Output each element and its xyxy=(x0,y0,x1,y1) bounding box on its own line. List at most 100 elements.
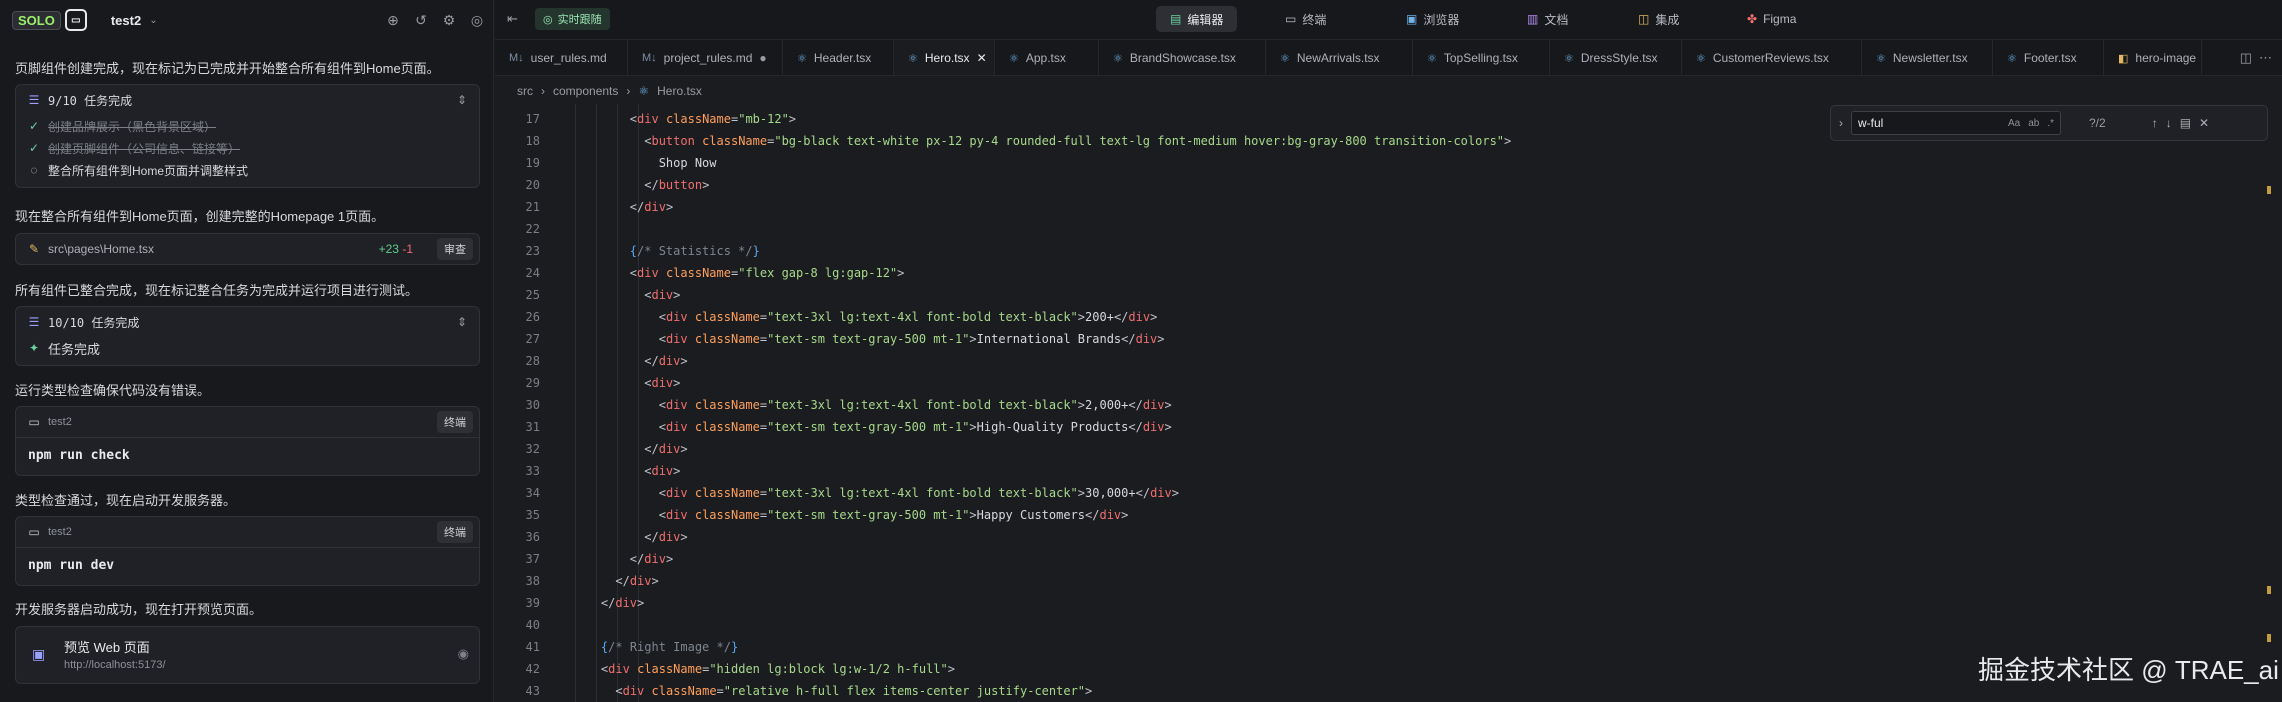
account-icon[interactable]: ◎ xyxy=(469,12,485,28)
message: 所有组件已整合完成，现在标记整合任务为完成并运行项目进行测试。 xyxy=(15,283,419,298)
terminal-header: ▭ test2 终端 xyxy=(16,407,479,437)
next-match-icon[interactable]: ↓ xyxy=(2166,116,2172,130)
open-terminal-button[interactable]: 终端 xyxy=(437,521,473,543)
tab-label: App.tsx xyxy=(1025,51,1066,65)
code-line: </div> xyxy=(644,354,688,368)
file-tab[interactable]: ⚛ Header.tsx xyxy=(783,40,894,75)
line-number: 39 xyxy=(525,596,540,610)
scroll-marker xyxy=(2267,586,2271,594)
file-tab[interactable]: ⚛ BrandShowcase.tsx xyxy=(1099,40,1266,75)
tab-label: 终端 xyxy=(1302,12,1327,27)
tab-label: NewArrivals.tsx xyxy=(1296,51,1380,65)
file-tab[interactable]: ⚛ NewArrivals.tsx xyxy=(1266,40,1413,75)
tab-label: 文档 xyxy=(1544,12,1569,27)
code-line: <div className="text-sm text-gray-500 mt… xyxy=(658,420,1172,434)
chevron-right-icon[interactable]: › xyxy=(1839,116,1843,130)
file-tab[interactable]: ⚛ App.tsx xyxy=(995,40,1099,75)
close-icon[interactable]: ✕ xyxy=(2199,116,2209,130)
tab-terminal[interactable]: ▭ 终端 xyxy=(1271,6,1340,32)
file-tab[interactable]: ⚛ TopSelling.tsx xyxy=(1413,40,1550,75)
find-in-selection-icon[interactable]: ▤ xyxy=(2180,116,2191,130)
history-icon[interactable]: ↺ xyxy=(413,12,429,28)
code-line: <div className="flex gap-8 lg:gap-12"> xyxy=(629,266,905,280)
lines-added: +23 xyxy=(378,242,399,256)
file-tab[interactable]: ⚛ Newsletter.tsx xyxy=(1862,40,1993,75)
live-follow-button[interactable]: ◎ 实时跟随 xyxy=(535,8,610,30)
live-label: 实时跟随 xyxy=(557,14,602,26)
file-tab[interactable]: ⚛ DressStyle.tsx xyxy=(1550,40,1682,75)
code-editor[interactable]: 17 <div className="mb-12"> 18 <button cla… xyxy=(495,104,2265,702)
preview-title: 预览 Web 页面 xyxy=(64,640,150,655)
scrollbar[interactable] xyxy=(2265,106,2273,702)
editor-icon: ▤ xyxy=(1170,12,1182,26)
react-icon: ⚛ xyxy=(1696,52,1706,65)
check-icon: ✓ xyxy=(28,141,40,155)
file-tab[interactable]: ⚛ CustomerReviews.tsx xyxy=(1682,40,1862,75)
breadcrumb: src › components › ⚛ Hero.tsx xyxy=(495,76,2282,106)
breadcrumb-item[interactable]: src xyxy=(517,84,533,98)
tab-label: BrandShowcase.tsx xyxy=(1129,51,1236,65)
close-icon[interactable]: ✕ xyxy=(977,51,987,65)
code-line: <div className="relative h-full flex ite… xyxy=(615,684,1093,698)
chat-panel: SOLO ▭ test2 ⌄ ⊕ ↺ ⚙ ◎ 页脚组件创建完成，现在标记为已完成… xyxy=(0,0,494,702)
preview-card[interactable]: ▣ 预览 Web 页面 http://localhost:5173/ ◉ xyxy=(15,626,480,684)
split-editor-icon[interactable]: ◫ xyxy=(2240,50,2252,66)
task-status: 任务完成 xyxy=(48,341,101,357)
file-tab[interactable]: M↓ project_rules.md ● xyxy=(628,40,783,75)
solo-label: SOLO xyxy=(12,10,61,30)
check-icon: ✓ xyxy=(28,119,40,133)
watermark: 掘金技术社区 @ TRAE_ai xyxy=(1978,655,2279,685)
settings-icon[interactable]: ⚙ xyxy=(441,12,457,28)
eye-icon[interactable]: ◉ xyxy=(458,646,469,662)
tab-editor[interactable]: ▤ 编辑器 xyxy=(1156,6,1238,32)
expand-icon[interactable]: ⇕ xyxy=(457,315,467,329)
file-path: src\pages\Home.tsx xyxy=(48,242,155,256)
open-terminal-button[interactable]: 终端 xyxy=(437,411,473,433)
terminal-card: ▭ test2 终端 npm run dev xyxy=(15,516,480,586)
task-header[interactable]: ☰ 10/10 任务完成 ⇕ xyxy=(16,307,479,337)
find-query: w-ful xyxy=(1858,116,1884,130)
chevron-down-icon[interactable]: ⌄ xyxy=(149,15,157,26)
browser-icon: ▣ xyxy=(32,646,46,662)
line-number: 38 xyxy=(525,574,540,588)
tab-label: CustomerReviews.tsx xyxy=(1712,51,1829,65)
tab-browser[interactable]: ▣ 浏览器 xyxy=(1392,6,1473,32)
tab-figma[interactable]: ✤ Figma xyxy=(1733,6,1810,32)
react-icon: ⚛ xyxy=(1113,52,1123,65)
unsaved-dot-icon: ● xyxy=(759,51,767,65)
collapse-sidebar-icon[interactable]: ⇤ xyxy=(507,11,518,27)
task-label: 创建页脚组件（公司信息、链接等） xyxy=(48,141,241,156)
tab-integrations[interactable]: ◫ 集成 xyxy=(1624,6,1693,32)
tab-label: Figma xyxy=(1763,12,1797,26)
line-number: 27 xyxy=(525,332,540,346)
file-change-card[interactable]: ✎ src\pages\Home.tsx +23 -1 审查 xyxy=(15,233,480,265)
project-name[interactable]: test2 xyxy=(111,13,141,28)
more-icon[interactable]: ⋯ xyxy=(2259,50,2272,66)
breadcrumb-item[interactable]: Hero.tsx xyxy=(657,84,702,98)
review-button[interactable]: 审查 xyxy=(437,238,473,260)
tab-docs[interactable]: ▥ 文档 xyxy=(1513,6,1582,32)
find-input[interactable]: w-ful Aa ab .* xyxy=(1851,111,2061,135)
line-number: 25 xyxy=(525,288,540,302)
task-card: ☰ 10/10 任务完成 ⇕ ✦ 任务完成 xyxy=(15,306,480,366)
react-icon: ⚛ xyxy=(908,52,918,65)
breadcrumb-item[interactable]: components xyxy=(553,84,618,98)
react-icon: ⚛ xyxy=(1564,52,1574,65)
image-icon: ◧ xyxy=(2118,52,2129,65)
file-tab[interactable]: ⚛ Hero.tsx ✕ xyxy=(894,40,995,75)
message: 页脚组件创建完成，现在标记为已完成并开始整合所有组件到Home页面。 xyxy=(15,61,440,76)
line-number: 23 xyxy=(525,244,540,258)
match-case-icon[interactable]: Aa xyxy=(2008,118,2020,129)
regex-icon[interactable]: .* xyxy=(2047,118,2054,129)
previous-match-icon[interactable]: ↑ xyxy=(2152,116,2158,130)
file-tab[interactable]: M↓ user_rules.md xyxy=(495,40,628,75)
preview-url[interactable]: http://localhost:5173/ xyxy=(64,659,166,671)
expand-icon[interactable]: ⇕ xyxy=(457,93,467,107)
task-header[interactable]: ☰ 9/10 任务完成 ⇕ xyxy=(16,85,479,115)
react-icon: ⚛ xyxy=(1876,52,1886,65)
new-chat-icon[interactable]: ⊕ xyxy=(385,12,401,28)
file-tab[interactable]: ◧ hero-image xyxy=(2104,40,2202,75)
code-line: <button className="bg-black text-white p… xyxy=(644,134,1512,148)
whole-word-icon[interactable]: ab xyxy=(2028,118,2039,129)
file-tab[interactable]: ⚛ Footer.tsx xyxy=(1993,40,2104,75)
